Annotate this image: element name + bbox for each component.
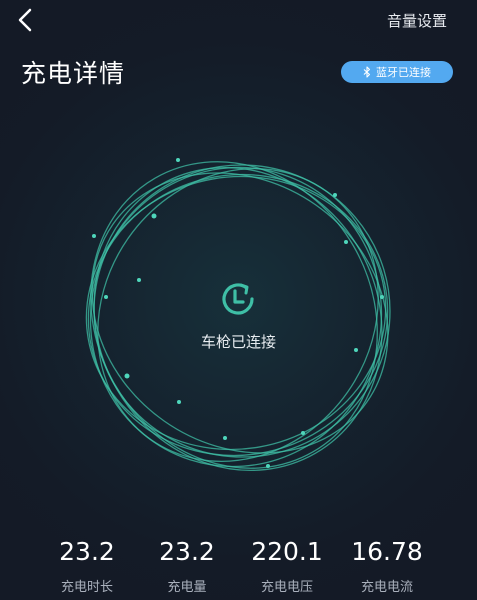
stat-label: 充电量: [167, 580, 207, 595]
stat-label: 充电电流: [360, 580, 413, 595]
particle-dot: [92, 234, 96, 238]
back-button[interactable]: [8, 4, 42, 36]
bluetooth-icon: [363, 66, 371, 78]
particle-dot: [104, 295, 108, 299]
particle-dot: [151, 213, 157, 219]
particle-dot: [380, 295, 384, 299]
particle-dot: [176, 158, 180, 162]
bluetooth-status-label: 蓝牙已连接: [376, 66, 431, 79]
particle-dot: [137, 278, 141, 282]
stat-label: 充电电压: [260, 580, 313, 595]
stat-charging-duration: 23.2 充电时长: [32, 536, 142, 595]
chevron-left-icon: [18, 8, 32, 32]
bluetooth-status-badge[interactable]: 蓝牙已连接: [341, 61, 453, 83]
stat-charge-amount: 23.2 充电量: [132, 536, 242, 595]
page-title: 充电详情: [21, 59, 126, 88]
stat-charging-current: 16.78 充电电流: [332, 536, 442, 595]
clock-refresh-icon: [222, 283, 254, 315]
particle-dot: [333, 193, 337, 197]
particle-dot: [177, 400, 181, 404]
particle-dot: [344, 240, 348, 244]
particle-dot: [266, 464, 270, 468]
particle-dot: [223, 436, 227, 440]
charger-status-text: 车枪已连接: [200, 333, 276, 351]
charging-detail-screen: 音量设置 充电详情 蓝牙已连接 车枪已连接 23.2 充电时长 23.2 充电量…: [0, 0, 477, 600]
stat-label: 充电时长: [60, 580, 113, 595]
particle-dot: [301, 431, 305, 435]
stat-value: 23.2: [159, 537, 215, 566]
stat-charging-voltage: 220.1 充电电压: [232, 536, 342, 595]
stat-value: 220.1: [251, 537, 323, 566]
stat-value: 16.78: [351, 537, 423, 566]
stat-value: 23.2: [59, 537, 115, 566]
volume-settings-link[interactable]: 音量设置: [387, 10, 447, 31]
charging-stats: 23.2 充电时长 23.2 充电量 220.1 充电电压 16.78 充电电流: [0, 536, 477, 600]
particle-dot: [124, 373, 130, 379]
